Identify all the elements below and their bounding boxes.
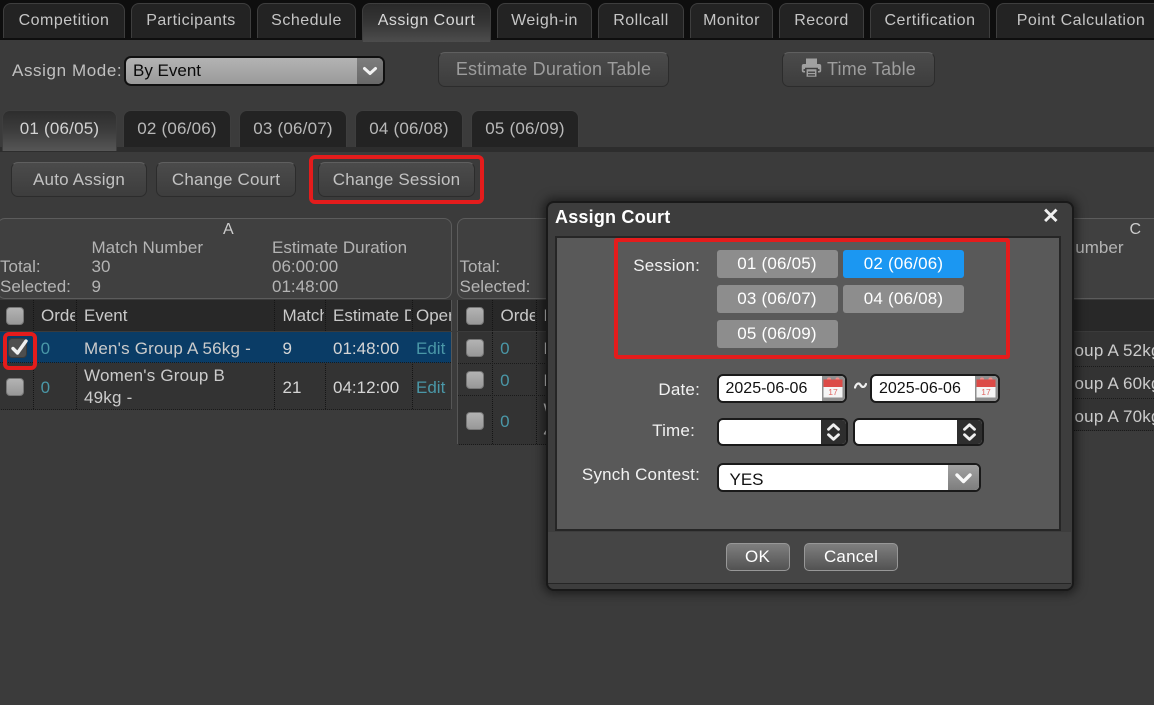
svg-text:17: 17 [828,387,838,397]
svg-text:17: 17 [981,387,991,397]
